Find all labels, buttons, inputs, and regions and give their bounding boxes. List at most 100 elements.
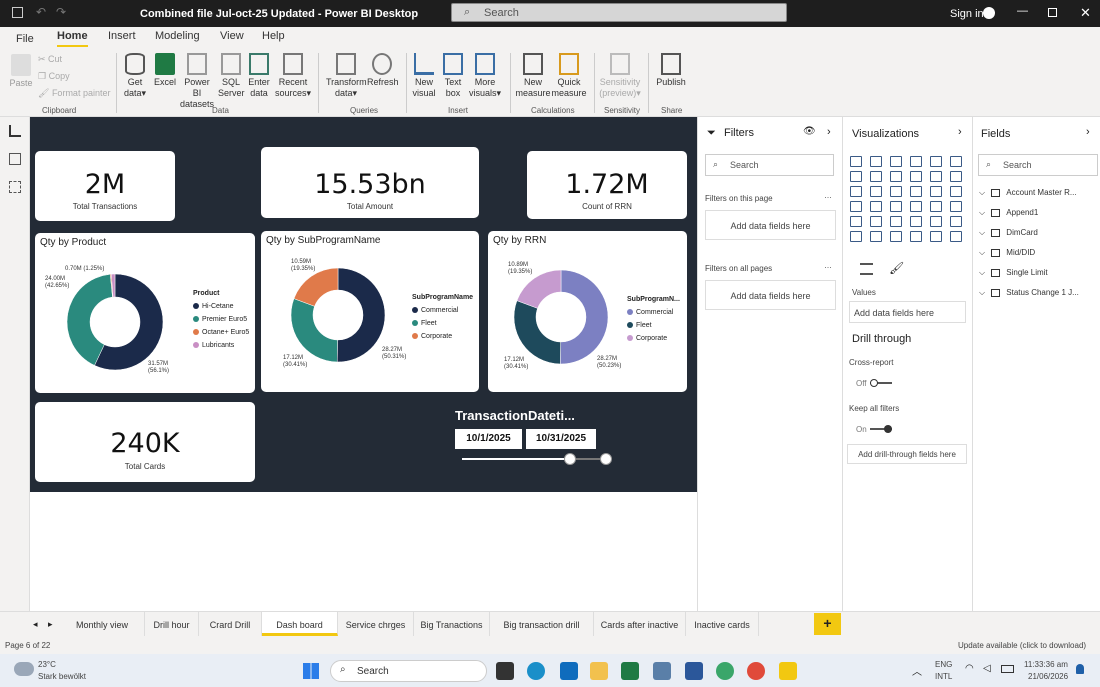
card-icon[interactable] — [930, 201, 942, 212]
more-options-icon[interactable]: … — [824, 261, 832, 270]
line-chart-icon[interactable] — [850, 171, 862, 182]
donut-slice-commercial[interactable] — [560, 269, 609, 365]
collapse-fields-icon[interactable]: › — [1086, 126, 1090, 138]
legend-item[interactable]: Fleet — [627, 319, 680, 332]
page-tab[interactable]: Drill hour — [145, 612, 199, 636]
filled-map-icon[interactable] — [870, 201, 882, 212]
narrative-icon[interactable] — [910, 231, 922, 242]
search-input[interactable]: ⌕ Search — [451, 3, 787, 22]
slicer-end-handle[interactable] — [600, 453, 612, 465]
refresh-button[interactable]: Refresh — [367, 53, 399, 88]
more-visuals-button[interactable]: More visuals▾ — [467, 53, 503, 99]
tab-view[interactable]: View — [220, 30, 244, 42]
update-available-link[interactable]: Update available (click to download) — [958, 641, 1086, 650]
matrix-icon[interactable] — [910, 216, 922, 227]
more-options-icon[interactable]: … — [824, 191, 832, 200]
more-icon[interactable] — [950, 231, 962, 242]
language-code[interactable]: ENG — [935, 660, 952, 669]
weather-icon[interactable] — [14, 662, 34, 676]
collapse-filters-icon[interactable]: › — [827, 126, 831, 138]
quick-measure-button[interactable]: Quick measure — [551, 53, 587, 99]
legend-item[interactable]: Premier Euro5 — [193, 313, 249, 326]
gauge-icon[interactable] — [910, 201, 922, 212]
legend-item[interactable]: Fleet — [412, 317, 473, 330]
scatter-icon[interactable] — [890, 186, 902, 197]
globe-icon[interactable] — [716, 662, 734, 680]
windows-start-icon[interactable] — [303, 663, 319, 679]
chevron-down-icon[interactable]: ⌵ — [979, 288, 987, 297]
format-tab-icon[interactable]: 🖌 — [889, 261, 904, 275]
add-page-button[interactable]: + — [814, 613, 841, 635]
filters-page-drop-zone[interactable]: Add data fields here — [705, 210, 836, 240]
legend-item[interactable]: Corporate — [627, 332, 680, 345]
chevron-down-icon[interactable]: ⌵ — [979, 188, 987, 197]
tab-help[interactable]: Help — [262, 30, 285, 42]
explorer-icon[interactable] — [590, 662, 608, 680]
paginated-icon[interactable] — [930, 231, 942, 242]
chevron-down-icon[interactable]: ⌵ — [979, 208, 987, 217]
sensitivity-button[interactable]: Sensitivity (preview)▾ — [598, 53, 642, 99]
eye-icon[interactable]: 👁 — [803, 126, 816, 137]
slicer-start-input[interactable]: 10/1/2025 — [455, 429, 522, 449]
cut-button[interactable]: ✂ Cut — [38, 54, 62, 65]
next-page-icon[interactable]: ▸ — [48, 619, 53, 630]
slicer-icon[interactable] — [870, 216, 882, 227]
funnel-icon[interactable] — [870, 186, 882, 197]
field-table[interactable]: ⌵ Status Change 1 J... — [979, 288, 1079, 298]
cross-report-toggle[interactable] — [870, 379, 892, 387]
chart-qty-by-subprogram[interactable]: Qty by SubProgramName SubProgramName Com… — [261, 231, 479, 392]
tab-insert[interactable]: Insert — [108, 30, 136, 42]
filters-search-input[interactable]: ⌕ Search — [705, 154, 834, 176]
chevron-down-icon[interactable]: ⌵ — [979, 268, 987, 277]
new-measure-button[interactable]: New measure — [515, 53, 551, 99]
sql-button[interactable]: SQL Server — [218, 53, 245, 99]
kpi-card-rrn[interactable]: 1.72M Count of RRN — [527, 151, 687, 219]
recent-sources-button[interactable]: Recent sources▾ — [274, 53, 312, 99]
enter-data-button[interactable]: Enter data — [246, 53, 272, 99]
donut-slice-fleet[interactable] — [290, 298, 338, 363]
tab-modeling[interactable]: Modeling — [155, 30, 200, 42]
slicer-start-handle[interactable] — [564, 453, 576, 465]
drill-through-drop-zone[interactable]: Add drill-through fields here — [847, 444, 967, 464]
waterfall-icon[interactable] — [850, 186, 862, 197]
kpi-card-cards[interactable]: 240K Total Cards — [35, 402, 255, 482]
powerbi-icon[interactable] — [779, 662, 797, 680]
clustered-bar-icon[interactable] — [890, 156, 902, 167]
page-tab[interactable]: Dash board — [262, 612, 338, 636]
language-layout[interactable]: INTL — [935, 672, 952, 681]
wifi-icon[interactable]: ◠ — [965, 663, 974, 674]
donut-chart-icon[interactable] — [930, 186, 942, 197]
clustered-column-icon[interactable] — [910, 156, 922, 167]
chart-qty-by-rrn[interactable]: Qty by RRN SubProgramN... Commercial Fle… — [488, 231, 687, 392]
page-tab[interactable]: Cards after inactive — [594, 612, 686, 636]
decomp-tree-icon[interactable] — [870, 231, 882, 242]
tab-home[interactable]: Home — [57, 30, 88, 47]
signin-button[interactable]: Sign in — [950, 8, 984, 20]
slicer-track[interactable] — [462, 458, 606, 460]
avatar[interactable] — [983, 7, 995, 19]
keep-filters-toggle[interactable] — [870, 425, 892, 433]
field-table[interactable]: ⌵ Single Limit — [979, 268, 1048, 278]
page-tab[interactable]: Crard Drill — [199, 612, 262, 636]
paste-button[interactable]: Paste — [8, 54, 34, 89]
filters-all-drop-zone[interactable]: Add data fields here — [705, 280, 836, 310]
copy-button[interactable]: ❐ Copy — [38, 71, 70, 82]
pbi-datasets-button[interactable]: Power BI datasets — [180, 53, 214, 110]
values-drop-zone[interactable]: Add data fields here — [849, 301, 966, 323]
report-view-icon[interactable] — [9, 125, 21, 137]
excel-app-icon[interactable] — [621, 662, 639, 680]
taskbar-search-input[interactable]: ⌕ Search — [330, 660, 487, 682]
legend-item[interactable]: Lubricants — [193, 339, 249, 352]
new-visual-button[interactable]: New visual — [410, 53, 438, 99]
page-tab[interactable]: Big transaction drill — [490, 612, 594, 636]
treemap-icon[interactable] — [950, 186, 962, 197]
page-tab[interactable]: Monthly view — [60, 612, 145, 636]
donut-slice-commercial[interactable] — [336, 267, 386, 363]
publish-button[interactable]: Publish — [654, 53, 688, 88]
qna-icon[interactable] — [890, 231, 902, 242]
chevron-down-icon[interactable]: ⌵ — [979, 248, 987, 257]
key-influencers-icon[interactable] — [850, 231, 862, 242]
ribbon-chart-icon[interactable] — [950, 171, 962, 182]
donut-slice-fleet[interactable] — [513, 300, 561, 365]
chevron-up-icon[interactable]: ︿ — [912, 663, 922, 678]
